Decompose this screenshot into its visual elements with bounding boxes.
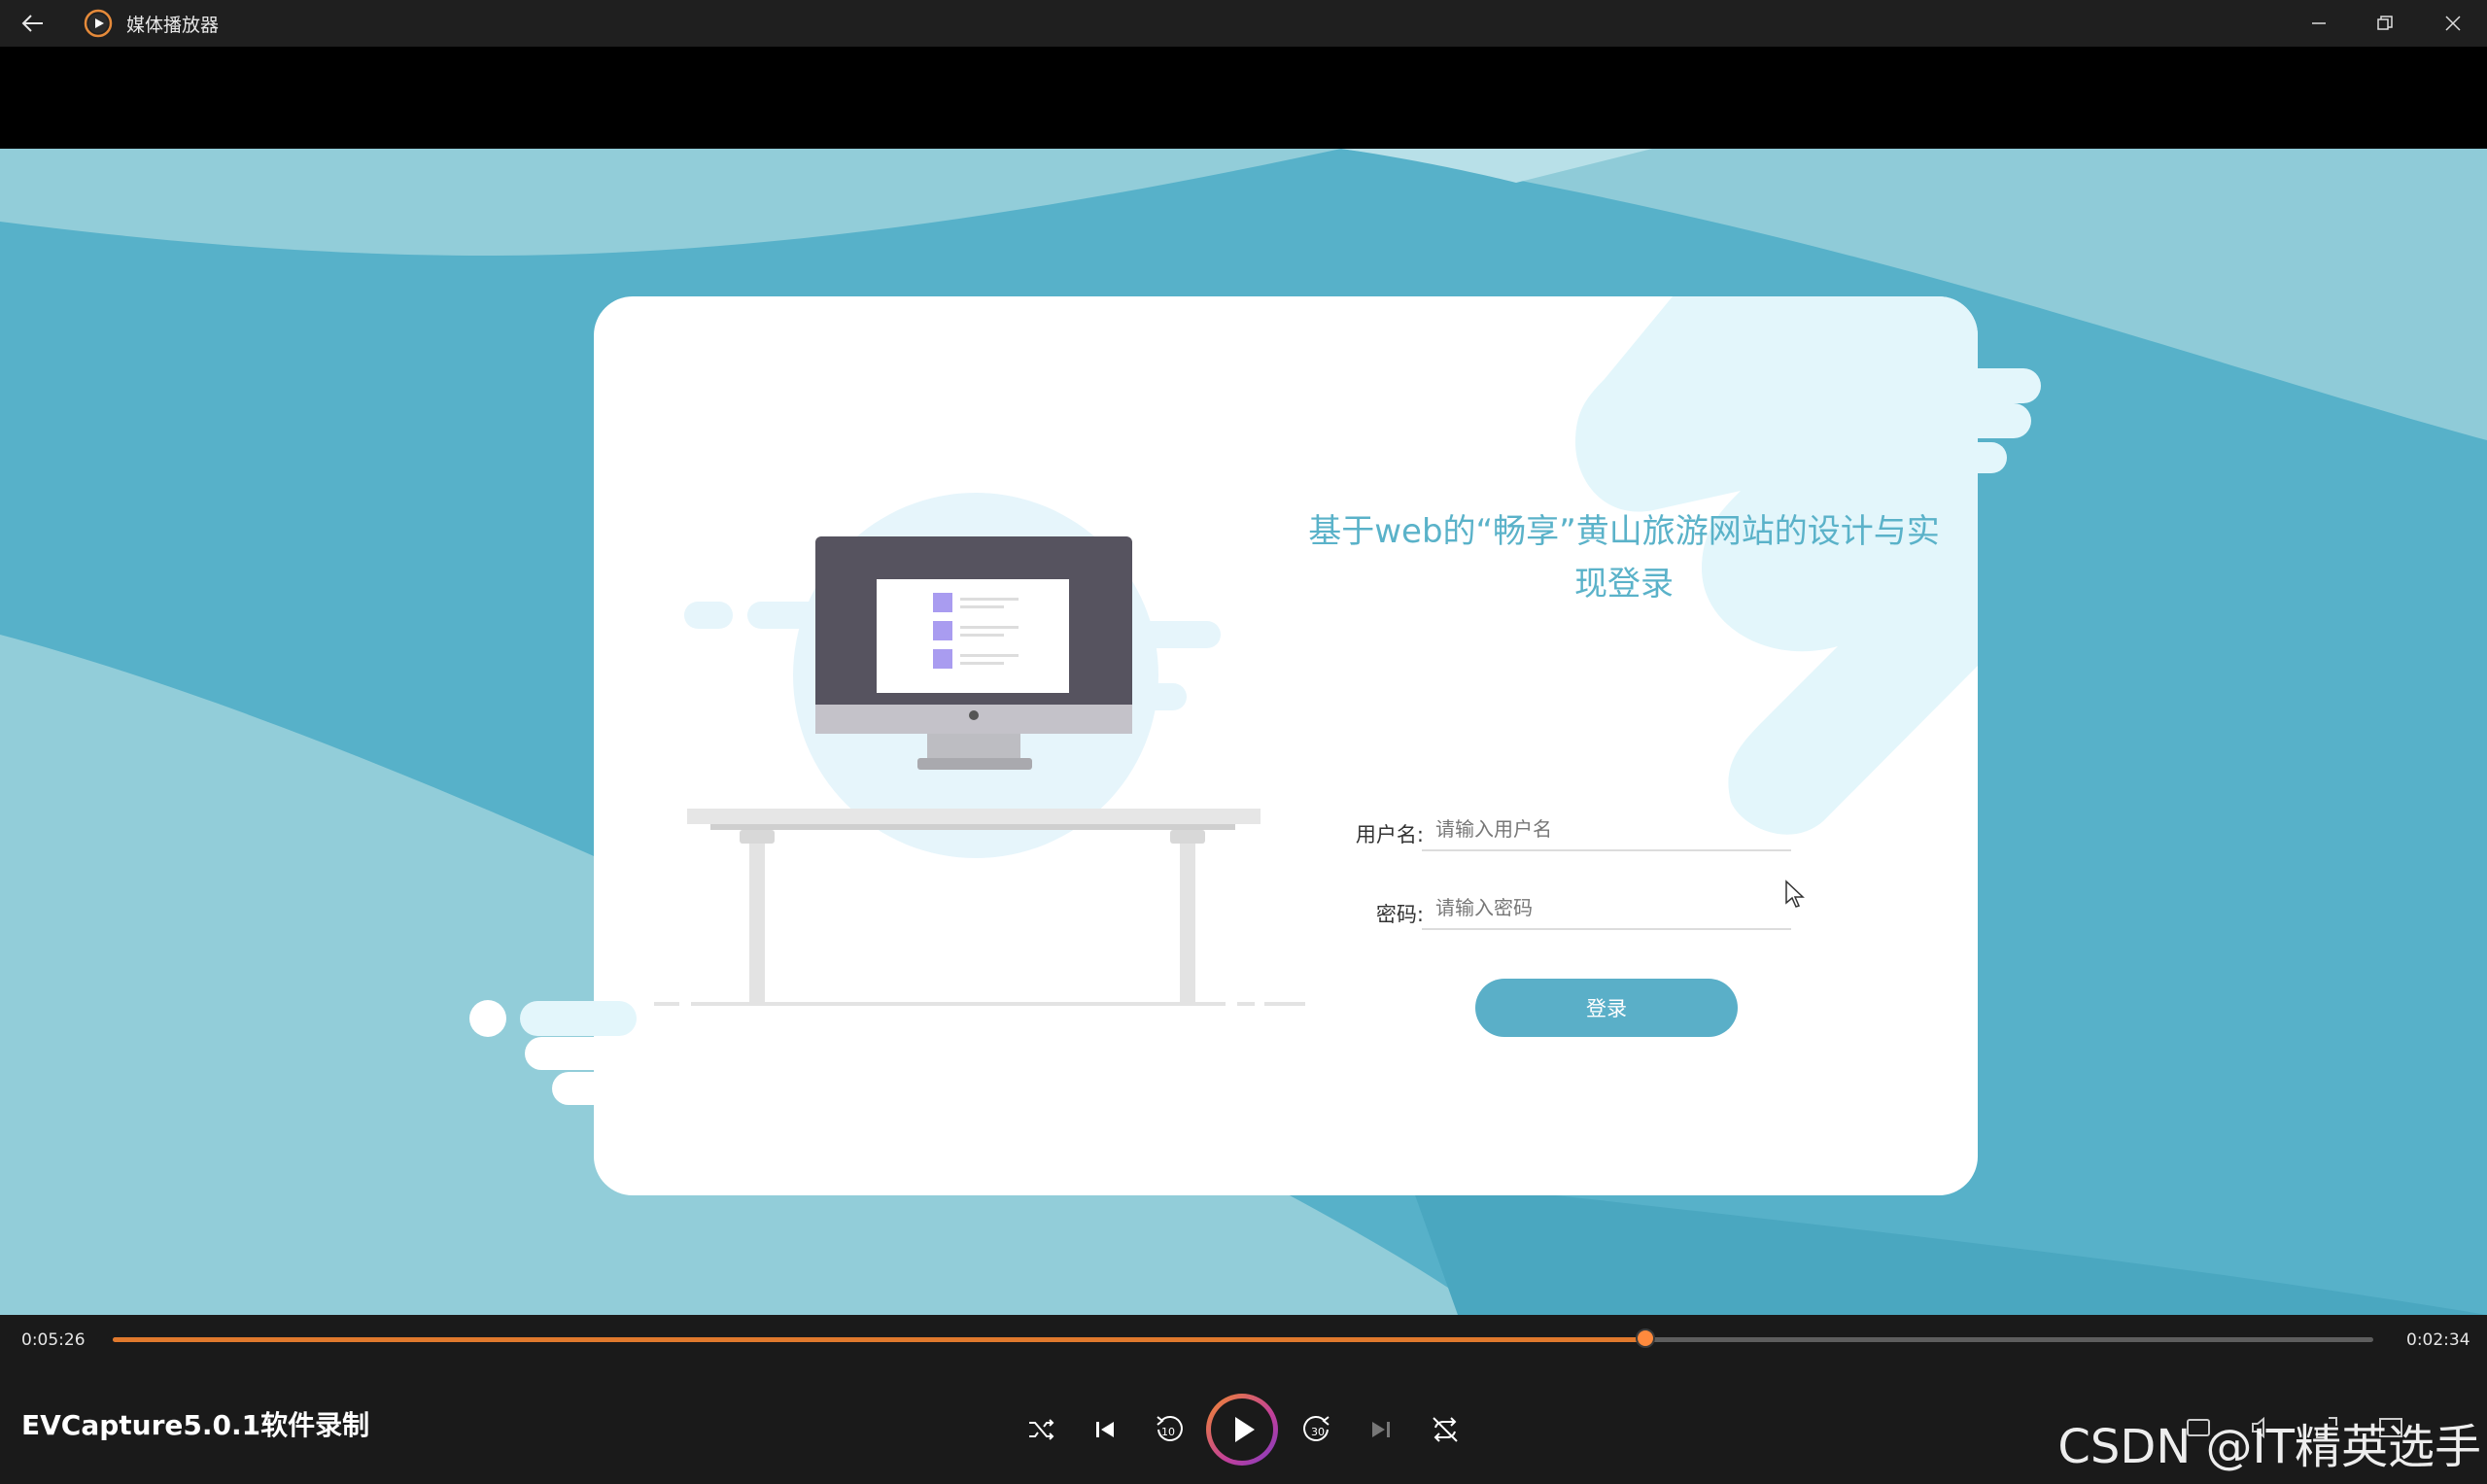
skip-forward-icon[interactable]: 30	[1296, 1408, 1339, 1451]
title-bar: 媒体播放器	[0, 0, 2487, 47]
remaining-time: 0:02:34	[2406, 1330, 2470, 1350]
csdn-watermark: CSDN @IT精英选手	[2057, 1420, 2481, 1474]
edge-clouds	[469, 368, 2041, 1105]
skip-back-icon[interactable]: 10	[1147, 1408, 1190, 1451]
window-title: 媒体播放器	[126, 15, 220, 36]
seek-bar-progress	[113, 1337, 1646, 1342]
seek-bar-thumb[interactable]	[1636, 1329, 1656, 1348]
next-track-icon[interactable]	[1360, 1408, 1402, 1451]
seek-bar[interactable]	[113, 1329, 2373, 1348]
skip-forward-seconds: 30	[1311, 1426, 1325, 1438]
play-icon	[1235, 1417, 1255, 1442]
mouse-cursor-icon	[1785, 880, 1805, 908]
close-button[interactable]	[2420, 0, 2486, 47]
back-arrow-icon[interactable]	[17, 8, 49, 39]
play-button[interactable]	[1206, 1394, 1278, 1466]
previous-track-icon[interactable]	[1084, 1408, 1126, 1451]
media-player-app-icon	[84, 9, 113, 38]
player-controls: 0:05:26 0:02:34 EVCapture5.0.1软件录制 10 30…	[0, 1315, 2487, 1484]
elapsed-time: 0:05:26	[21, 1330, 86, 1350]
minimize-button[interactable]	[2286, 0, 2352, 47]
video-frame[interactable]: 基于web的“畅享”黄山旅游网站的设计与实 现登录 用户名: 密码: 登录	[0, 149, 2487, 1315]
restore-button[interactable]	[2352, 0, 2418, 47]
skip-back-seconds: 10	[1161, 1426, 1175, 1438]
media-title: EVCapture5.0.1软件录制	[21, 1409, 370, 1441]
shuffle-icon[interactable]	[1019, 1408, 1062, 1451]
repeat-off-icon[interactable]	[1424, 1408, 1467, 1451]
